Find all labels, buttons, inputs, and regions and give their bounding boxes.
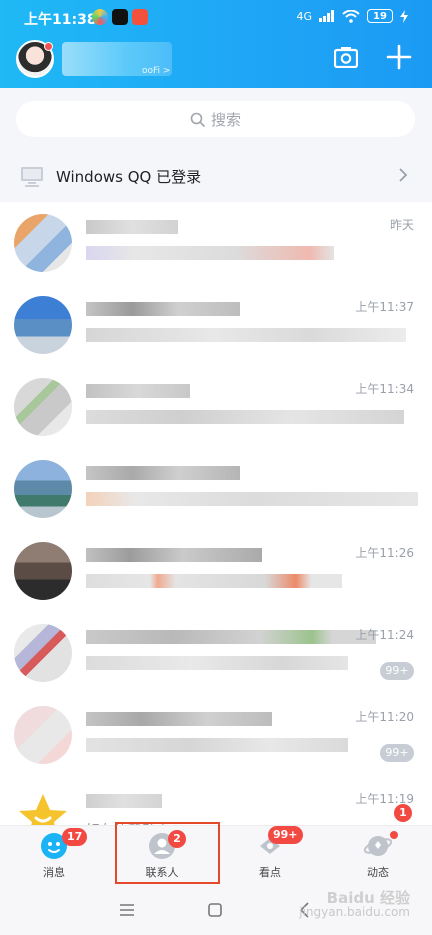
menu-icon[interactable] xyxy=(118,901,136,919)
conversation-avatar xyxy=(14,706,72,764)
tab-contacts[interactable]: 2 联系人 xyxy=(108,826,216,886)
moments-tab-icon xyxy=(364,836,392,856)
name-blurred xyxy=(86,220,178,234)
bottom-tab-bar: 17 消息 2 联系人 99+ 看点 1 动态 xyxy=(0,804,432,886)
wifi-icon xyxy=(342,9,360,23)
status-time: 上午11:38 xyxy=(24,12,97,28)
tab-label: 联系人 xyxy=(145,866,179,879)
tab-kandian[interactable]: 99+ 看点 xyxy=(216,826,324,886)
conversation-time: 昨天 xyxy=(389,218,414,232)
conversation-avatar xyxy=(14,214,72,272)
preview-blurred xyxy=(86,492,418,506)
name-blurred xyxy=(86,466,240,480)
watermark-url: jingyan.baidu.com xyxy=(299,905,410,919)
add-icon[interactable] xyxy=(386,44,412,70)
conversation-row[interactable]: 上午11:34 xyxy=(0,366,432,448)
computer-icon xyxy=(21,167,43,187)
battery-icon: 19 xyxy=(367,9,393,23)
tab-moments[interactable]: 1 动态 xyxy=(324,804,432,886)
name-blurred xyxy=(86,794,162,808)
watermark-brand: Baidu 经验 xyxy=(326,889,410,907)
name-blurred xyxy=(86,630,376,644)
name-blurred xyxy=(86,384,190,398)
moments-dot xyxy=(390,831,398,839)
conversation-row[interactable]: 上午11:26 xyxy=(0,530,432,612)
search-section: 搜索 xyxy=(0,88,432,150)
conversation-row[interactable]: 昨天 xyxy=(0,202,432,284)
unread-badge: 99+ xyxy=(380,662,414,680)
preview-blurred xyxy=(86,246,334,260)
conversation-time: 上午11:20 xyxy=(355,710,414,724)
conversation-avatar xyxy=(14,542,72,600)
conversation-row[interactable] xyxy=(0,448,432,530)
app-header: 上午11:38 4G 19 ooFi > xyxy=(0,0,432,88)
conversation-avatar xyxy=(14,624,72,682)
name-blurred xyxy=(86,548,262,562)
conversation-time: 上午11:34 xyxy=(355,382,414,396)
preview-blurred xyxy=(86,574,342,588)
windows-login-banner[interactable]: Windows QQ 已登录 xyxy=(0,150,432,202)
signal-icon xyxy=(319,10,334,22)
preview-blurred xyxy=(86,328,406,342)
kandian-badge: 99+ xyxy=(268,826,303,844)
conversation-time: 上午11:24 xyxy=(355,628,414,642)
unread-badge: 99+ xyxy=(380,744,414,762)
weibo-notification-icon xyxy=(132,9,148,25)
tab-label: 动态 xyxy=(367,866,389,879)
camera-icon[interactable] xyxy=(334,46,358,68)
search-placeholder: 搜索 xyxy=(210,110,241,129)
search-icon xyxy=(190,112,205,127)
conversation-avatar xyxy=(14,378,72,436)
notification-app-icon xyxy=(92,9,108,25)
conversation-row[interactable]: 上午11:37 xyxy=(0,284,432,366)
tab-label: 消息 xyxy=(43,866,65,879)
conversation-row[interactable]: 上午11:20 99+ xyxy=(0,694,432,776)
online-status[interactable]: ooFi > xyxy=(142,66,170,76)
contacts-badge: 2 xyxy=(168,830,186,848)
name-blurred xyxy=(86,302,240,316)
moments-badge: 1 xyxy=(394,804,412,822)
conversation-avatar xyxy=(14,296,72,354)
status-right: 4G 19 xyxy=(296,9,408,23)
avatar-notification-dot xyxy=(44,42,53,51)
conversation-time: 上午11:26 xyxy=(355,546,414,560)
home-icon[interactable] xyxy=(206,901,224,919)
search-bar[interactable]: 搜索 xyxy=(16,101,415,137)
tab-messages[interactable]: 17 消息 xyxy=(0,826,108,886)
tiktok-notification-icon xyxy=(112,9,128,25)
conversation-time: 上午11:37 xyxy=(355,300,414,314)
messages-badge: 17 xyxy=(62,828,88,846)
tab-label: 看点 xyxy=(259,866,281,879)
status-bar: 上午11:38 4G 19 xyxy=(0,0,432,34)
conversation-row[interactable]: 上午11:24 99+ xyxy=(0,612,432,694)
conversation-avatar xyxy=(14,460,72,518)
name-blurred xyxy=(86,712,272,726)
watermark: Baidu 经验 jingyan.baidu.com xyxy=(299,889,410,920)
preview-blurred xyxy=(86,656,348,670)
network-indicator: 4G xyxy=(296,9,312,23)
preview-blurred xyxy=(86,738,348,752)
chevron-right-icon xyxy=(399,168,408,182)
preview-blurred xyxy=(86,410,404,424)
windows-login-text: Windows QQ 已登录 xyxy=(56,168,202,186)
charging-icon xyxy=(400,9,408,23)
